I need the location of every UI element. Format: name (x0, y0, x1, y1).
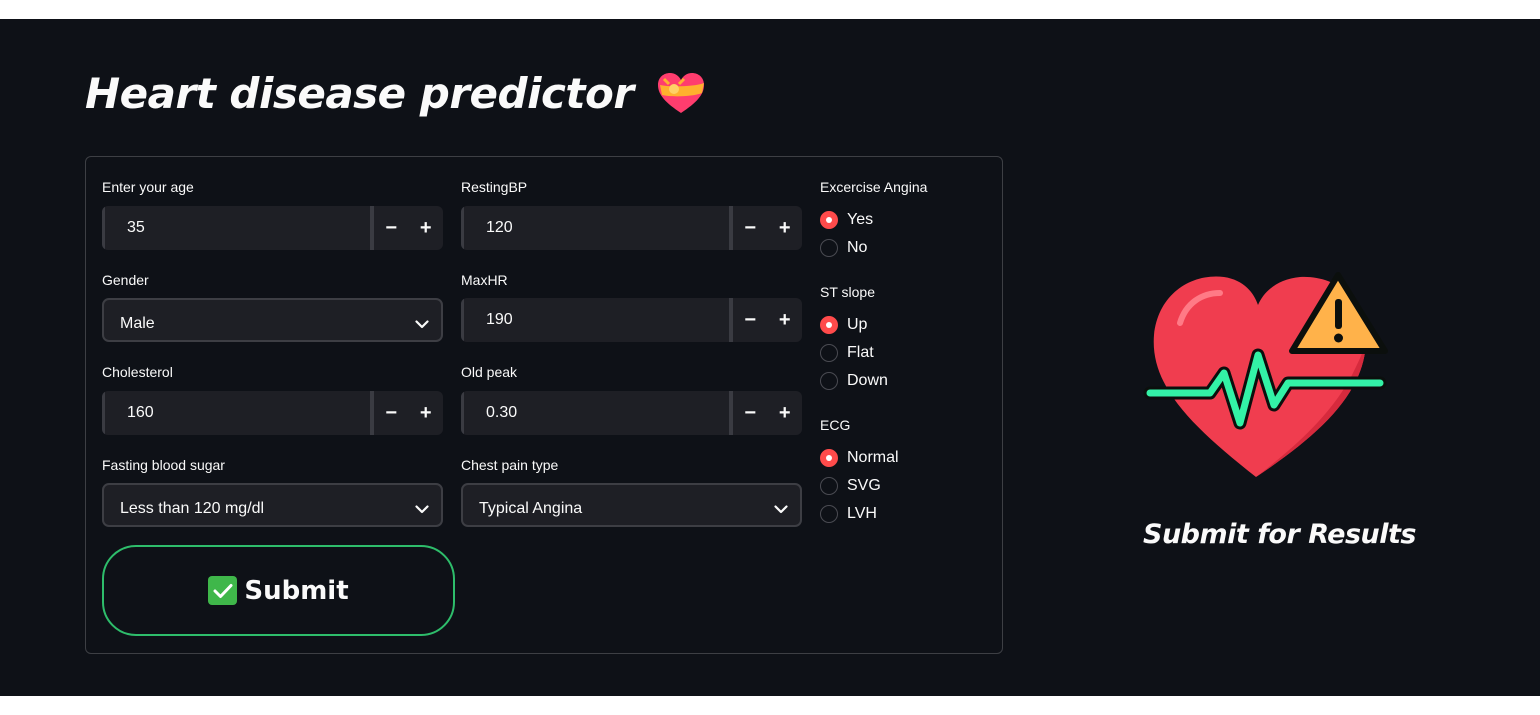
resting-bp-decrement-button[interactable]: − (733, 206, 768, 250)
age-decrement-button[interactable]: − (374, 206, 409, 250)
chest-pain-type-select[interactable]: Typical Angina (461, 483, 802, 527)
ecg-option-normal[interactable]: Normal (820, 446, 899, 470)
radio-unselected-icon (820, 344, 838, 362)
old-peak-decrement-button[interactable]: − (733, 391, 768, 435)
ecg-option-lvh[interactable]: LVH (820, 502, 877, 526)
resting-bp-value[interactable]: 120 (461, 206, 729, 250)
radio-option-label: Up (847, 316, 868, 333)
radio-selected-icon (820, 449, 838, 467)
old-peak-stepper: − + (729, 391, 802, 435)
ecg-option-svg[interactable]: SVG (820, 474, 881, 498)
ecg-label: ECG (820, 417, 851, 433)
old-peak-value[interactable]: 0.30 (461, 391, 729, 435)
radio-option-label: Flat (847, 344, 874, 361)
radio-option-label: Yes (847, 211, 874, 228)
age-stepper: − + (370, 206, 443, 250)
chevron-down-icon (403, 319, 441, 329)
submit-button-label: Submit (244, 575, 349, 606)
max-hr-number-input: 190 − + (461, 298, 802, 342)
submit-button[interactable]: Submit (102, 545, 455, 636)
max-hr-increment-button[interactable]: + (768, 298, 803, 342)
st-slope-option-down[interactable]: Down (820, 369, 888, 393)
st-slope-option-up[interactable]: Up (820, 313, 867, 337)
resting-bp-label: RestingBP (461, 179, 528, 195)
cholesterol-decrement-button[interactable]: − (374, 391, 409, 435)
radio-selected-icon (820, 211, 838, 229)
exercise-angina-option-no[interactable]: No (820, 236, 867, 260)
radio-option-label: SVG (847, 477, 881, 494)
check-mark-icon (208, 576, 238, 605)
old-peak-number-input: 0.30 − + (461, 391, 802, 435)
page-title-text: Heart disease predictor (85, 68, 634, 118)
fasting-blood-sugar-label: Fasting blood sugar (102, 457, 225, 473)
radio-option-label: Normal (847, 449, 899, 466)
resting-bp-increment-button[interactable]: + (768, 206, 803, 250)
gender-label: Gender (102, 272, 149, 288)
age-value[interactable]: 35 (102, 206, 370, 250)
exercise-angina-option-yes[interactable]: Yes (820, 208, 873, 232)
resting-bp-stepper: − + (729, 206, 802, 250)
age-number-input: 35 − + (102, 206, 443, 250)
radio-unselected-icon (820, 477, 838, 495)
cholesterol-number-input: 160 − + (102, 391, 443, 435)
cholesterol-label: Cholesterol (102, 364, 173, 380)
fasting-blood-sugar-select[interactable]: Less than 120 mg/dl (102, 483, 443, 527)
max-hr-value[interactable]: 190 (461, 298, 729, 342)
app-container: Heart disease predictor Enter your age 3… (0, 19, 1540, 696)
page-title: Heart disease predictor (85, 67, 706, 119)
max-hr-decrement-button[interactable]: − (733, 298, 768, 342)
gender-select[interactable]: Male (102, 298, 443, 342)
radio-unselected-icon (820, 505, 838, 523)
radio-unselected-icon (820, 239, 838, 257)
cholesterol-value[interactable]: 160 (102, 391, 370, 435)
st-slope-option-flat[interactable]: Flat (820, 341, 874, 365)
age-label: Enter your age (102, 179, 194, 195)
chevron-down-icon (403, 504, 441, 514)
old-peak-increment-button[interactable]: + (768, 391, 803, 435)
radio-option-label: LVH (847, 505, 877, 522)
max-hr-stepper: − + (729, 298, 802, 342)
heart-warning-icon (1143, 272, 1388, 477)
resting-bp-number-input: 120 − + (461, 206, 802, 250)
gender-selected-value: Male (120, 315, 155, 332)
radio-option-label: Down (847, 372, 888, 389)
radio-selected-icon (820, 316, 838, 334)
age-increment-button[interactable]: + (409, 206, 444, 250)
cholesterol-increment-button[interactable]: + (409, 391, 444, 435)
chest-pain-type-label: Chest pain type (461, 457, 559, 473)
fasting-blood-sugar-selected-value: Less than 120 mg/dl (120, 500, 265, 517)
radio-unselected-icon (820, 372, 838, 390)
result-text: Submit for Results (1143, 519, 1416, 550)
max-hr-label: MaxHR (461, 272, 508, 288)
chest-pain-type-selected-value: Typical Angina (479, 500, 583, 517)
chevron-down-icon (762, 504, 800, 514)
radio-option-label: No (847, 239, 868, 256)
old-peak-label: Old peak (461, 364, 518, 380)
heart-with-ribbon-icon (657, 73, 704, 113)
cholesterol-stepper: − + (370, 391, 443, 435)
st-slope-label: ST slope (820, 284, 875, 300)
exercise-angina-label: Excercise Angina (820, 179, 928, 195)
